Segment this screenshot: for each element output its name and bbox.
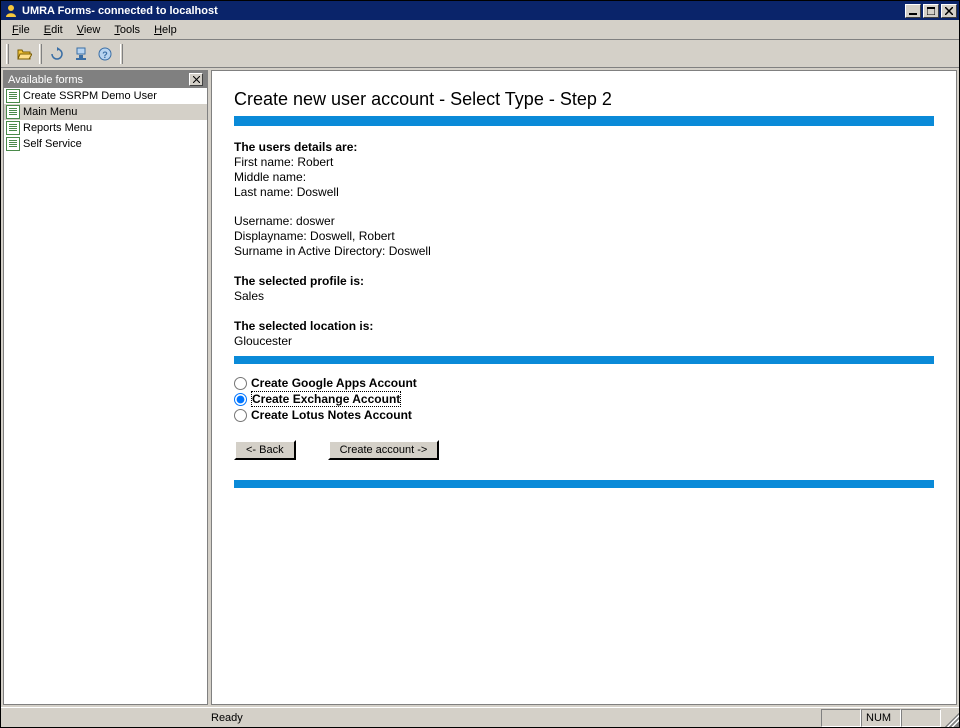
- title-bar: UMRA Forms- connected to localhost: [1, 1, 959, 20]
- middle-name-row: Middle name:: [234, 170, 934, 184]
- sidebar-title: Available forms: [8, 74, 189, 86]
- account-type-radio[interactable]: [234, 377, 247, 390]
- sidebar-item[interactable]: Self Service: [4, 136, 207, 152]
- sidebar-item[interactable]: Create SSRPM Demo User: [4, 88, 207, 104]
- sidebar-item-label: Main Menu: [23, 106, 77, 118]
- divider-bar-3: [234, 480, 934, 488]
- first-name-row: First name: Robert: [234, 155, 934, 169]
- toolbar-help-button[interactable]: ?: [93, 43, 117, 65]
- menu-bar: File Edit View Tools Help: [1, 20, 959, 40]
- sidebar-item[interactable]: Main Menu: [4, 104, 207, 120]
- toolbar-refresh-button[interactable]: [45, 43, 69, 65]
- toolbar-open-button[interactable]: [12, 43, 36, 65]
- sidebar-header: Available forms: [4, 71, 207, 88]
- location-value: Gloucester: [234, 334, 934, 348]
- back-button[interactable]: <- Back: [234, 440, 296, 460]
- toolbar: ?: [1, 40, 959, 68]
- content-pane: Create new user account - Select Type - …: [211, 70, 957, 705]
- sidebar-item-label: Reports Menu: [23, 122, 92, 134]
- menu-tools[interactable]: Tools: [107, 23, 147, 37]
- last-name-row: Last name: Doswell: [234, 185, 934, 199]
- surname-ad-row: Surname in Active Directory: Doswell: [234, 244, 934, 258]
- toolbar-grip: [6, 44, 9, 64]
- account-type-label: Create Google Apps Account: [251, 376, 417, 390]
- sidebar-item-label: Create SSRPM Demo User: [23, 90, 157, 102]
- menu-edit[interactable]: Edit: [37, 23, 70, 37]
- menu-view[interactable]: View: [70, 23, 108, 37]
- account-type-radio[interactable]: [234, 393, 247, 406]
- displayname-row: Displayname: Doswell, Robert: [234, 229, 934, 243]
- sidebar: Available forms Create SSRPM Demo User Ma…: [3, 70, 208, 705]
- account-type-label: Create Lotus Notes Account: [251, 408, 412, 422]
- account-type-label: Create Exchange Account: [251, 391, 401, 407]
- status-num: NUM: [861, 709, 901, 727]
- status-bar: Ready NUM: [1, 707, 959, 727]
- sidebar-item[interactable]: Reports Menu: [4, 120, 207, 136]
- close-button[interactable]: [941, 4, 957, 18]
- account-type-option[interactable]: Create Google Apps Account: [234, 376, 934, 390]
- account-type-radio[interactable]: [234, 409, 247, 422]
- details-title: The users details are:: [234, 140, 934, 154]
- app-icon: [3, 3, 19, 19]
- toolbar-separator-2: [120, 44, 123, 64]
- sidebar-item-label: Self Service: [23, 138, 82, 150]
- location-title: The selected location is:: [234, 319, 934, 333]
- status-ready: Ready: [1, 709, 821, 727]
- account-type-option[interactable]: Create Exchange Account: [234, 391, 934, 407]
- form-icon: [6, 105, 20, 119]
- profile-value: Sales: [234, 289, 934, 303]
- account-type-option[interactable]: Create Lotus Notes Account: [234, 408, 934, 422]
- form-icon: [6, 137, 20, 151]
- divider-bar: [234, 116, 934, 126]
- divider-bar-2: [234, 356, 934, 364]
- account-type-options: Create Google Apps AccountCreate Exchang…: [234, 376, 934, 422]
- form-icon: [6, 121, 20, 135]
- resize-grip[interactable]: [941, 709, 959, 727]
- window-title: UMRA Forms- connected to localhost: [22, 5, 903, 17]
- form-icon: [6, 89, 20, 103]
- page-title: Create new user account - Select Type - …: [234, 89, 934, 110]
- svg-text:?: ?: [102, 50, 108, 60]
- menu-file[interactable]: File: [5, 23, 37, 37]
- status-panel-3: [901, 709, 941, 727]
- menu-help[interactable]: Help: [147, 23, 184, 37]
- toolbar-server-button[interactable]: [69, 43, 93, 65]
- sidebar-list: Create SSRPM Demo User Main Menu Reports M…: [4, 88, 207, 704]
- toolbar-separator: [39, 44, 42, 64]
- profile-title: The selected profile is:: [234, 274, 934, 288]
- username-row: Username: doswer: [234, 214, 934, 228]
- sidebar-close-button[interactable]: [189, 73, 203, 86]
- create-account-button[interactable]: Create account ->: [328, 440, 440, 460]
- minimize-button[interactable]: [905, 4, 921, 18]
- maximize-button[interactable]: [923, 4, 939, 18]
- status-panel-1: [821, 709, 861, 727]
